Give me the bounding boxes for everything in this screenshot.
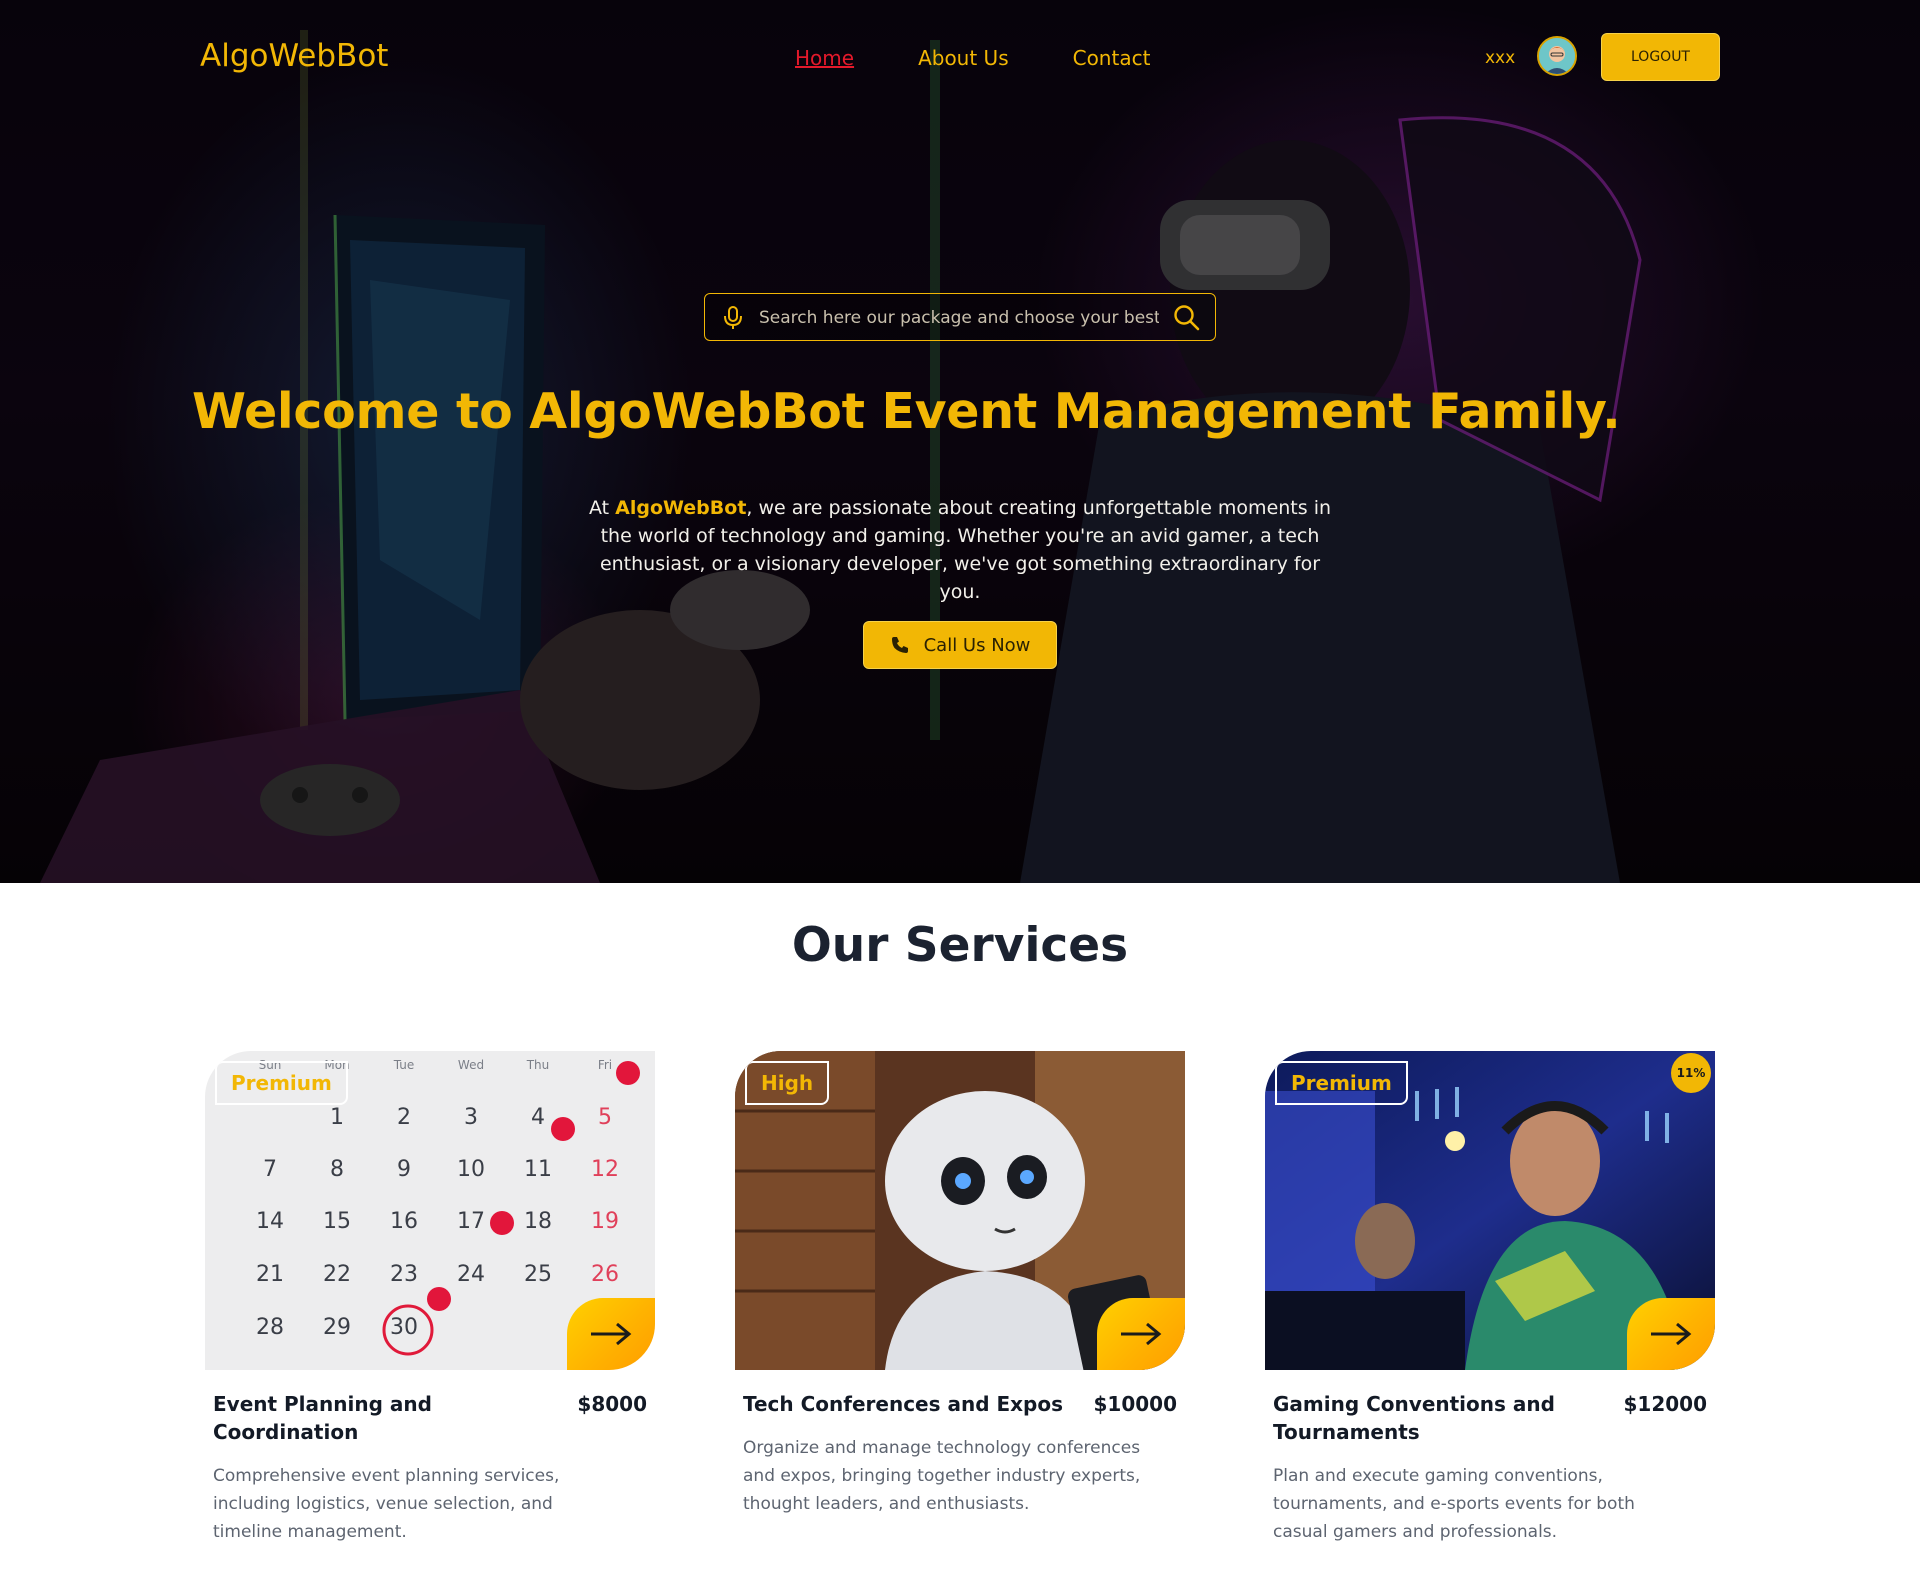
call-us-button[interactable]: Call Us Now [863,621,1057,669]
calendar-day: 22 [323,1262,351,1287]
search-bar [704,293,1216,341]
call-us-label: Call Us Now [923,634,1031,656]
nav-link-contact[interactable]: Contact [1073,46,1151,70]
calendar-day: 3 [464,1105,478,1130]
logout-button[interactable]: LOGOUT [1601,33,1720,81]
calendar-day: 9 [397,1157,411,1182]
user-name: xxx [1485,48,1516,68]
calendar-weekday: Thu [526,1058,550,1072]
calendar-day: 18 [524,1209,552,1234]
calendar-day: 24 [457,1262,485,1287]
service-arrow-button[interactable] [1627,1298,1715,1370]
calendar-weekday: Tue [393,1058,415,1072]
hero-description: At AlgoWebBot, we are passionate about c… [580,494,1340,606]
calendar-day: 11 [524,1157,552,1182]
calendar-day: 5 [598,1105,612,1130]
service-card-image: Premium 11% [1265,1051,1715,1370]
service-badge: Premium [1275,1061,1408,1105]
service-badge: High [745,1061,830,1105]
calendar-day: 21 [256,1262,284,1287]
hero-description-brand: AlgoWebBot [615,497,747,519]
service-card-tech-conferences: High Tech Conferences and Expos $10000 O… [735,1051,1185,1518]
service-card-event-planning: Sun Mon Tue Wed Thu Fri 1 2 3 4 5 7 8 9 10 11 12 14 15 16 1… [205,1051,655,1546]
search-input[interactable] [759,302,1159,334]
calendar-day: 29 [323,1315,351,1340]
search-icon[interactable] [1173,304,1201,332]
arrow-right-icon [591,1322,632,1346]
arrow-right-icon [1651,1322,1692,1346]
nav-link-about-us[interactable]: About Us [918,46,1009,70]
hero-overlay [0,0,1920,883]
calendar-day: 14 [256,1209,284,1234]
service-title: Event Planning and Coordination [213,1392,432,1444]
calendar-day: 17 [457,1209,485,1234]
service-price: $10000 [1093,1392,1178,1416]
calendar-day: 2 [397,1105,411,1130]
service-description: Organize and manage technology conferenc… [743,1438,1141,1514]
calendar-day: 28 [256,1315,284,1340]
service-title: Tech Conferences and Expos [743,1392,1064,1416]
microphone-icon[interactable] [723,306,743,330]
calendar-day: 23 [390,1262,418,1287]
arrow-right-icon [1121,1322,1162,1346]
service-price: $8000 [577,1392,647,1416]
discount-badge: 11% [1671,1053,1711,1093]
calendar-day: 12 [591,1157,619,1182]
calendar-day: 16 [390,1209,418,1234]
avatar-icon [1539,38,1575,74]
hero-description-prefix: At [588,497,616,519]
service-title: Gaming Conventions and Tournaments [1273,1392,1555,1444]
calendar-day: 15 [323,1209,351,1234]
calendar-day: 1 [330,1105,344,1130]
service-arrow-button[interactable] [1097,1298,1185,1370]
service-description: Comprehensive event planning services, i… [213,1466,560,1542]
nav-link-home[interactable]: Home [795,46,854,70]
service-description: Plan and execute gaming conventions, tou… [1273,1466,1635,1542]
calendar-weekday: Wed [458,1058,484,1072]
hero-title: Welcome to AlgoWebBot Event Management F… [192,383,1621,440]
user-avatar[interactable] [1537,36,1577,76]
service-card-header: Gaming Conventions and Tournaments $1200… [1265,1390,1715,1446]
service-card-image: High [735,1051,1185,1370]
service-card-header: Tech Conferences and Expos $10000 [735,1390,1185,1418]
service-card-gaming-conventions: Premium 11% Gaming Conventions and Tourn… [1265,1051,1715,1546]
site-logo[interactable]: AlgoWebBot [200,38,388,74]
hero-section: AlgoWebBot Home About Us Contact xxx LOG… [0,0,1920,883]
calendar-day: 25 [524,1262,552,1287]
calendar-day: 26 [591,1262,619,1287]
services-title: Our Services [791,918,1129,973]
service-arrow-button[interactable] [567,1298,655,1370]
service-card-header: Event Planning and Coordination $8000 [205,1390,655,1446]
calendar-day: 4 [531,1105,545,1130]
calendar-day: 7 [263,1157,277,1182]
calendar-day: 19 [591,1209,619,1234]
calendar-day: 30 [390,1315,418,1340]
service-card-image: Sun Mon Tue Wed Thu Fri 1 2 3 4 5 7 8 9 10 11 12 14 15 16 1… [205,1051,655,1370]
calendar-day: 8 [330,1157,344,1182]
main-nav: Home About Us Contact [795,46,1150,70]
calendar-weekday: Fri [598,1058,612,1072]
calendar-day: 10 [457,1157,485,1182]
service-price: $12000 [1623,1392,1708,1416]
service-badge: Premium [215,1061,348,1105]
phone-icon [891,637,908,653]
